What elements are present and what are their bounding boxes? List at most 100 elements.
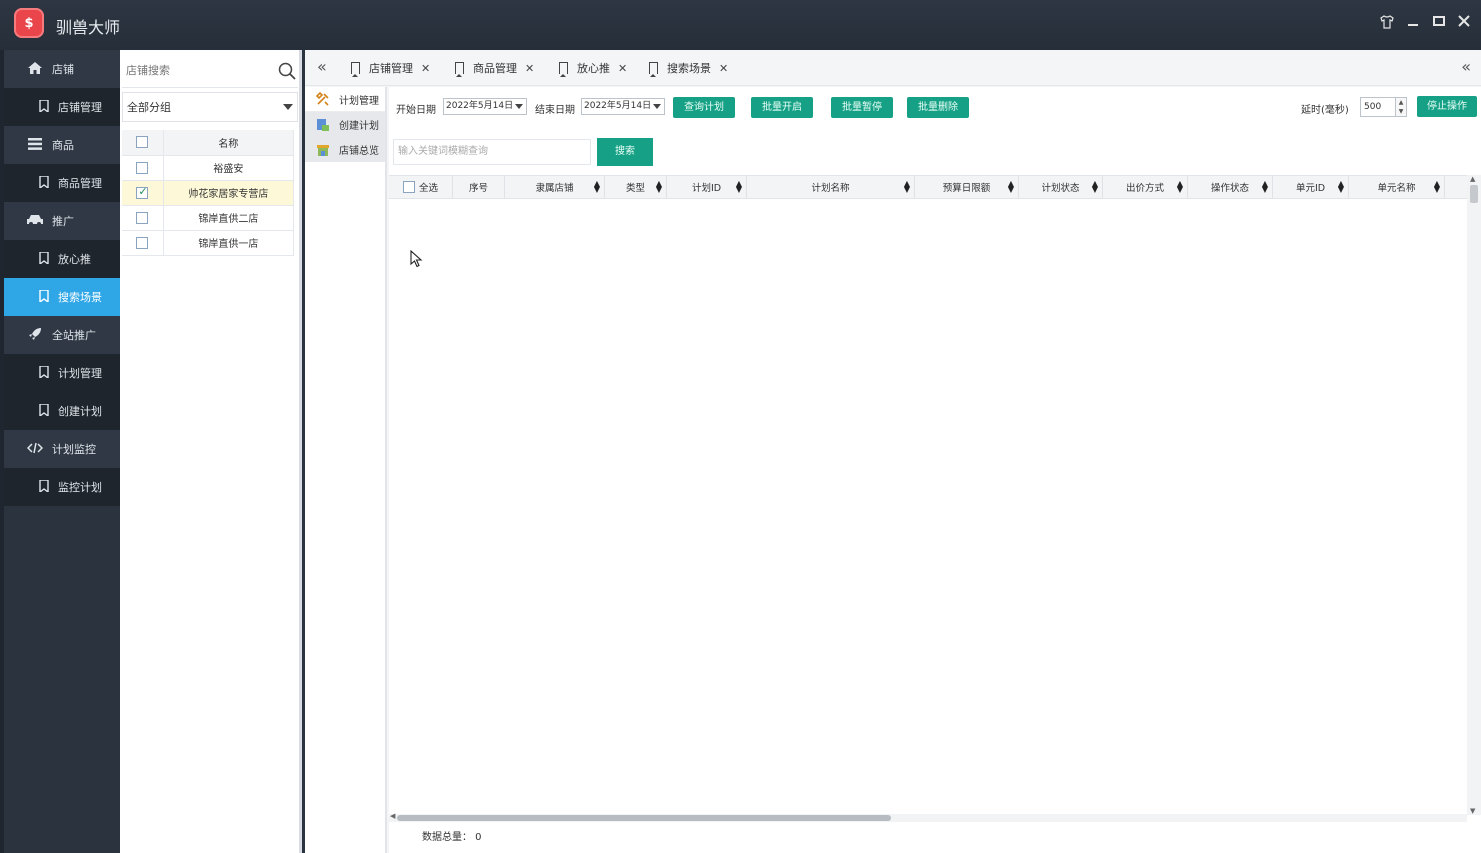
batch-delete-button[interactable]: 批量删除 [907,97,969,118]
nav-category-product[interactable]: 商品 [4,126,120,164]
column-header-index[interactable]: 序号 [453,176,505,198]
scroll-up-icon[interactable]: ▲ [1470,175,1475,183]
nav-category-promotion[interactable]: 推广 [4,202,120,240]
tab-close-icon[interactable]: ✕ [525,62,534,75]
select-all-label: 全选 [418,183,438,194]
row-checkbox[interactable] [136,185,149,199]
column-header-type[interactable]: 类型 ▲ ▼ [605,176,667,198]
scroll-down-icon[interactable]: ▼ [1470,807,1475,815]
nav-item-create-plan[interactable]: 创建计划 [4,392,120,430]
subnav-store-overview[interactable]: 店铺总览 [305,137,385,162]
horizontal-scrollbar[interactable]: ◀ [389,812,1467,822]
double-chevron-left-icon[interactable]: « [317,57,327,76]
tab-close-icon[interactable]: ✕ [719,62,728,75]
select-all-column[interactable]: 全选 [389,176,453,198]
search-icon[interactable] [278,62,296,80]
nav-label: 全站推广 [52,329,96,342]
column-header-unit-name[interactable]: 单元名称 ▲ ▼ [1349,176,1445,198]
delay-input[interactable]: 500 [1360,97,1396,117]
bookmark-icon [455,62,464,77]
tab-shop-management[interactable]: 店铺管理 ✕ [351,58,430,78]
chevron-down-icon [653,104,661,109]
sort-icon[interactable]: ▲ ▼ [1092,180,1098,194]
column-header-op-status[interactable]: 操作状态 ▲ ▼ [1188,176,1273,198]
column-header-unit-id[interactable]: 单元ID ▲ ▼ [1273,176,1349,198]
end-date-picker[interactable]: 2022年5月14日 [581,98,665,115]
column-header-daily-budget[interactable]: 预算日限额 ▲ ▼ [915,176,1019,198]
shop-table-header: 名称 [122,130,295,156]
minimize-icon[interactable] [1404,14,1422,32]
delay-label: 延时(毫秒) [1301,105,1349,116]
start-date-picker[interactable]: 2022年5月14日 [443,98,527,115]
select-all-checkbox[interactable] [136,136,149,149]
sort-icon[interactable]: ▲ ▼ [1008,180,1014,194]
select-all-checkbox[interactable] [402,181,415,193]
batch-open-button[interactable]: 批量开启 [751,97,813,118]
tab-bar: « 店铺管理 ✕ 商品管理 ✕ 放心推 ✕ 搜索场景 ✕ « [305,50,1481,86]
row-checkbox[interactable] [136,211,149,224]
nav-category-plan-monitor[interactable]: 计划监控 [4,430,120,468]
shop-table: 名称 裕盛安 帅花家居家专营店 锦岸直供二店 锦岸直供一店 [122,130,295,256]
group-select[interactable]: 全部分组 [122,92,298,122]
toolbar: 开始日期 2022年5月14日 结束日期 2022年5月14日 查询计划 批量开… [389,87,1481,123]
bookmark-icon [38,288,50,305]
table-row[interactable]: 锦岸直供二店 [122,205,295,231]
sort-icon[interactable]: ▲ ▼ [1434,180,1440,194]
subnav-create-plan[interactable]: 创建计划 [305,112,385,137]
column-header-plan-status[interactable]: 计划状态 ▲ ▼ [1019,176,1103,198]
shop-search-input[interactable] [122,54,272,86]
table-row[interactable]: 帅花家居家专营店 [122,180,295,206]
tab-fangxintui[interactable]: 放心推 ✕ [559,58,627,78]
tab-close-icon[interactable]: ✕ [618,62,627,75]
subnav-plan-management[interactable]: 计划管理 [305,87,385,112]
nav-label: 监控计划 [58,481,102,494]
sort-icon[interactable]: ▲ ▼ [1338,180,1344,194]
nav-category-site-promotion[interactable]: 全站推广 [4,316,120,354]
sort-icon[interactable]: ▲ ▼ [594,180,600,194]
nav-item-plan-management[interactable]: 计划管理 [4,354,120,392]
total-count: 数据总量： 0 [422,832,482,843]
scroll-left-icon[interactable]: ◀ [390,812,395,820]
row-checkbox[interactable] [136,236,149,249]
tab-close-icon[interactable]: ✕ [421,62,430,75]
tab-search-scene[interactable]: 搜索场景 ✕ [649,58,728,78]
nav-category-shop[interactable]: 店铺 [4,50,120,88]
column-header-plan-name[interactable]: 计划名称 ▲ ▼ [747,176,915,198]
delay-stepper[interactable]: ▲ ▼ [1396,97,1407,117]
vertical-scrollbar[interactable]: ▲ ▼ [1467,175,1481,815]
search-button[interactable]: 搜索 [597,138,653,166]
scrollbar-thumb[interactable] [1470,185,1478,203]
column-header-shop[interactable]: 隶属店铺 ▲ ▼ [505,176,605,198]
nav-item-product-management[interactable]: 商品管理 [4,164,120,202]
nav-item-shop-management[interactable]: 店铺管理 [4,88,120,126]
sort-icon[interactable]: ▲ ▼ [1177,180,1183,194]
query-plan-button[interactable]: 查询计划 [673,97,735,118]
keyword-search-input[interactable]: 输入关键词模糊查询 [393,139,591,165]
bookmark-icon [559,62,568,77]
sort-icon[interactable]: ▲ ▼ [736,180,742,194]
batch-pause-button[interactable]: 批量暂停 [831,97,893,118]
table-row[interactable]: 裕盛安 [122,155,295,181]
row-checkbox[interactable] [136,161,149,174]
table-row[interactable]: 锦岸直供一店 [122,230,295,256]
scrollbar-thumb[interactable] [397,815,891,821]
double-chevron-right-icon[interactable]: « [1461,57,1471,76]
row-checkbox-cell [122,230,164,256]
sort-icon[interactable]: ▲ ▼ [1262,180,1268,194]
column-header-bid-method[interactable]: 出价方式 ▲ ▼ [1103,176,1188,198]
title-bar: $ 驯兽大师 [0,0,1481,50]
nav-item-search-scene[interactable]: 搜索场景 [4,278,120,316]
nav-item-fangxintui[interactable]: 放心推 [4,240,120,278]
tab-product-management[interactable]: 商品管理 ✕ [455,58,534,78]
maximize-icon[interactable] [1430,14,1448,32]
stop-operation-button[interactable]: 停止操作 [1417,96,1477,117]
nav-label: 放心推 [58,253,91,266]
sort-icon[interactable]: ▲ ▼ [904,180,910,194]
header-checkbox-cell [122,130,164,156]
shirt-icon[interactable] [1378,14,1396,32]
nav-item-monitor-plan[interactable]: 监控计划 [4,468,120,506]
close-icon[interactable] [1455,14,1473,32]
sort-icon[interactable]: ▲ ▼ [656,180,662,194]
sub-navigation: 计划管理 创建计划 店铺总览 [305,87,387,853]
column-header-plan-id[interactable]: 计划ID ▲ ▼ [667,176,747,198]
